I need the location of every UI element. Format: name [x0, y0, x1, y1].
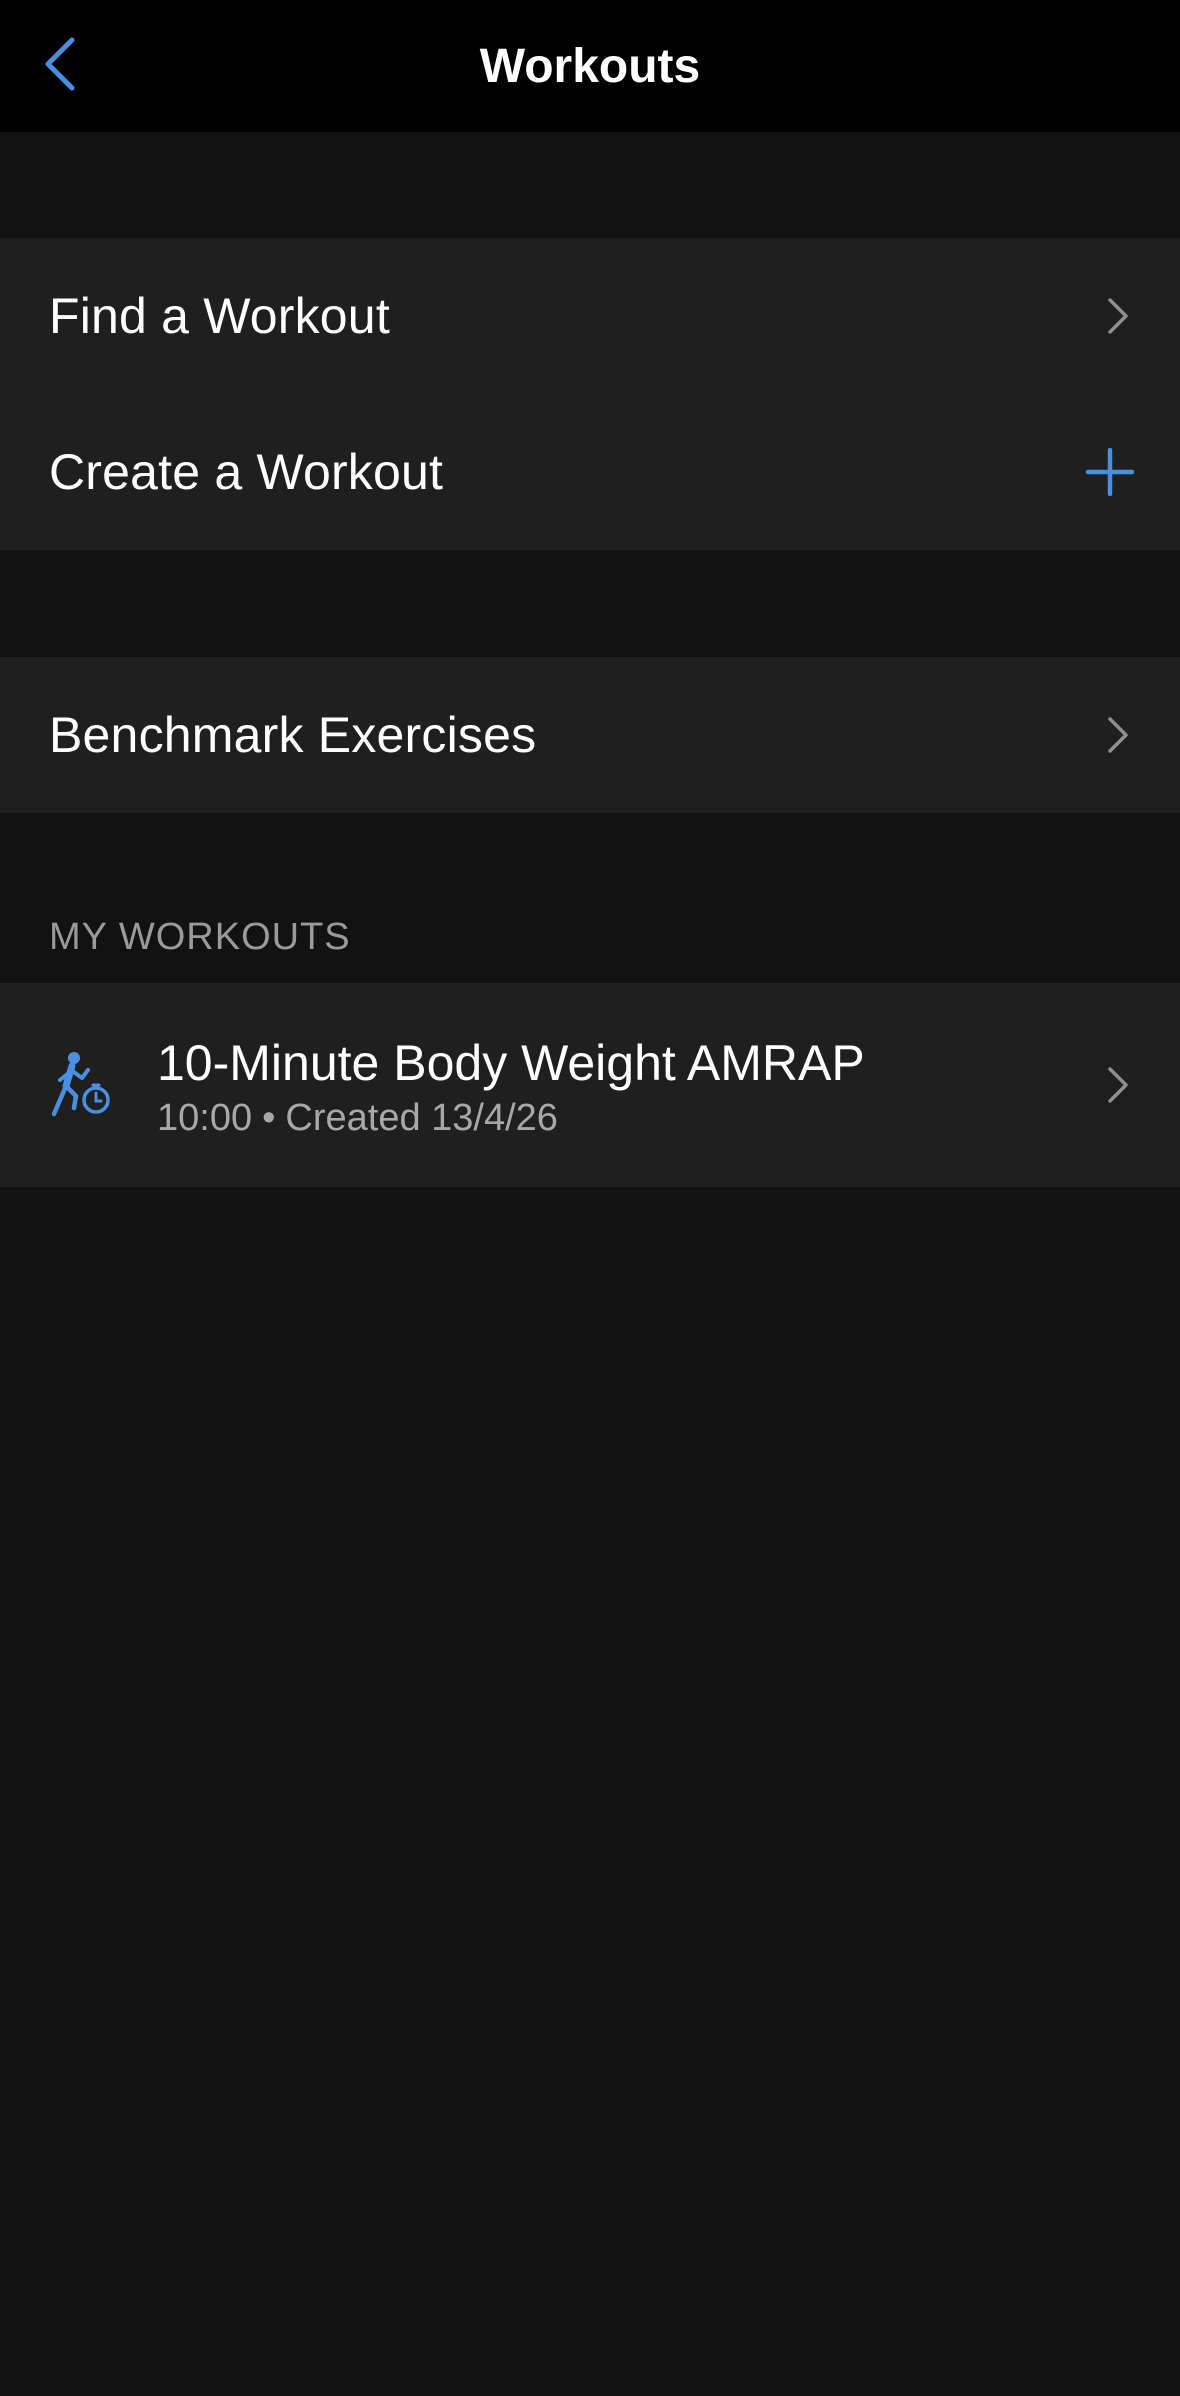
find-workout-row[interactable]: Find a Workout	[0, 238, 1180, 394]
plus-icon[interactable]	[1086, 448, 1134, 496]
page-title: Workouts	[479, 39, 701, 93]
running-timer-icon	[52, 1052, 110, 1117]
chevron-left-icon	[45, 37, 75, 91]
create-workout-label: Create a Workout	[49, 444, 444, 500]
my-workouts-header: MY WORKOUTS	[49, 916, 351, 958]
benchmark-exercises-row[interactable]: Benchmark Exercises	[0, 657, 1180, 813]
navigation-bar: Workouts	[0, 0, 1180, 132]
workout-actions-group: Find a Workout Create a Workout	[0, 238, 1180, 550]
chevron-right-icon	[1106, 1065, 1130, 1105]
create-workout-row[interactable]: Create a Workout	[0, 394, 1180, 550]
chevron-right-icon	[1106, 715, 1130, 755]
workout-duration: 10:00	[157, 1097, 253, 1139]
list-item[interactable]: 10-Minute Body Weight AMRAP 10:00 • Create…	[0, 983, 1180, 1187]
find-workout-label: Find a Workout	[49, 288, 390, 344]
separator-dot: •	[262, 1097, 276, 1139]
workout-text: 10-Minute Body Weight AMRAP 10:00 • Create…	[157, 1033, 865, 1141]
my-workouts-list: 10-Minute Body Weight AMRAP 10:00 • Create…	[0, 983, 1180, 1187]
workout-subtitle: 10:00 • Created 13/4/26	[157, 1095, 865, 1141]
benchmark-exercises-label: Benchmark Exercises	[49, 707, 537, 763]
chevron-right-icon	[1106, 296, 1130, 336]
benchmark-group: Benchmark Exercises	[0, 657, 1180, 813]
workout-created-date: Created 13/4/26	[285, 1097, 558, 1139]
back-button[interactable]	[30, 26, 90, 102]
workout-title: 10-Minute Body Weight AMRAP	[157, 1035, 865, 1091]
